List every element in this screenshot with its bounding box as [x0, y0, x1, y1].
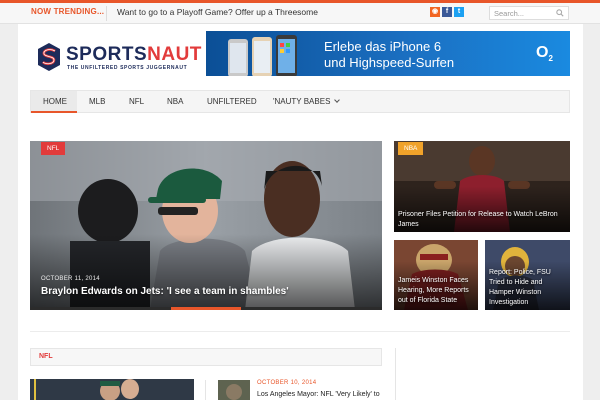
section-header-nfl: NFL — [30, 348, 382, 366]
top-trending-bar: NOW TRENDING... Want to go to a Playoff … — [0, 0, 600, 24]
logo-part-sports: SPORTS — [66, 44, 148, 65]
search-input[interactable]: Search... — [489, 6, 569, 20]
main-nav: HOME MLB NFL NBA UNFILTERED 'NAUTY BABES — [30, 90, 570, 113]
o2-logo-sub: 2 — [548, 54, 553, 64]
nav-item-unfiltered[interactable]: UNFILTERED — [207, 97, 257, 106]
side-story-lebron-title[interactable]: Prisoner Files Petition for Release to W… — [398, 210, 566, 230]
logo-tagline: THE UNFILTERED SPORTS JUGGERNAUT — [67, 65, 188, 71]
logo-wordmark: SPORTSNAUT — [66, 44, 202, 66]
featured-title-link[interactable]: Braylon Edwards on Jets: 'I see a team i… — [41, 286, 289, 297]
side-story-winston-title[interactable]: Jameis Winston Faces Hearing, More Repor… — [398, 276, 476, 306]
o2-logo-letter: O — [536, 44, 549, 61]
featured-date: OCTOBER 11, 2014 — [41, 276, 100, 282]
slider-progress-active[interactable] — [171, 307, 241, 310]
nfl-lead-story-image[interactable] — [30, 379, 194, 400]
rss-icon[interactable]: ◉ — [430, 7, 440, 17]
nav-item-nfl[interactable]: NFL — [129, 97, 144, 106]
ad-headline-line1: Erlebe das iPhone 6 — [324, 39, 442, 54]
trending-divider — [106, 6, 107, 21]
nav-item-nauty-babes[interactable]: 'NAUTY BABES — [273, 97, 341, 106]
story-thumbnail[interactable] — [218, 380, 250, 400]
story-date: OCTOBER 10, 2014 — [257, 380, 317, 386]
story-thumbnail-photo — [218, 380, 250, 400]
nfl-lead-story-photo — [30, 379, 194, 400]
featured-story-image[interactable] — [30, 141, 382, 310]
trending-label: NOW TRENDING... — [31, 7, 105, 16]
story-title-link[interactable]: Los Angeles Mayor: NFL 'Very Likely' to — [257, 391, 380, 398]
twitter-icon[interactable]: t — [454, 7, 464, 17]
sidebar-divider — [395, 348, 396, 400]
featured-category-tag[interactable]: NFL — [41, 142, 66, 155]
nav-item-mlb[interactable]: MLB — [89, 97, 105, 106]
nav-item-nba[interactable]: NBA — [167, 97, 183, 106]
side-story-fsu-title[interactable]: Report: Police, FSU Tried to Hide and Ha… — [489, 268, 567, 308]
social-links: ◉ f t — [430, 7, 464, 17]
ad-headline-line2: und Highspeed-Surfen — [324, 55, 455, 70]
o2-logo: O2 — [536, 44, 553, 63]
facebook-icon[interactable]: f — [442, 7, 452, 17]
section-title[interactable]: NFL — [39, 353, 53, 360]
nav-item-home[interactable]: HOME — [43, 97, 67, 106]
site-logo[interactable]: SPORTSNAUT THE UNFILTERED SPORTS JUGGERN… — [36, 42, 201, 74]
nav-item-nauty-babes-label: 'NAUTY BABES — [273, 97, 331, 106]
story-list-divider — [205, 380, 206, 400]
chevron-down-icon — [334, 97, 341, 103]
search-icon[interactable] — [556, 9, 564, 17]
section-divider — [30, 331, 570, 332]
ad-banner[interactable]: Erlebe das iPhone 6 und Highspeed-Surfen — [206, 31, 570, 76]
trending-headline-link[interactable]: Want to go to a Playoff Game? Offer up a… — [117, 7, 318, 17]
side-category-tag[interactable]: NBA — [398, 142, 424, 155]
featured-photo — [30, 141, 382, 310]
search-placeholder: Search... — [494, 9, 525, 18]
sportsnaut-logo-icon — [38, 43, 60, 71]
logo-part-naut: NAUT — [147, 44, 202, 65]
iphone-image — [228, 35, 297, 76]
